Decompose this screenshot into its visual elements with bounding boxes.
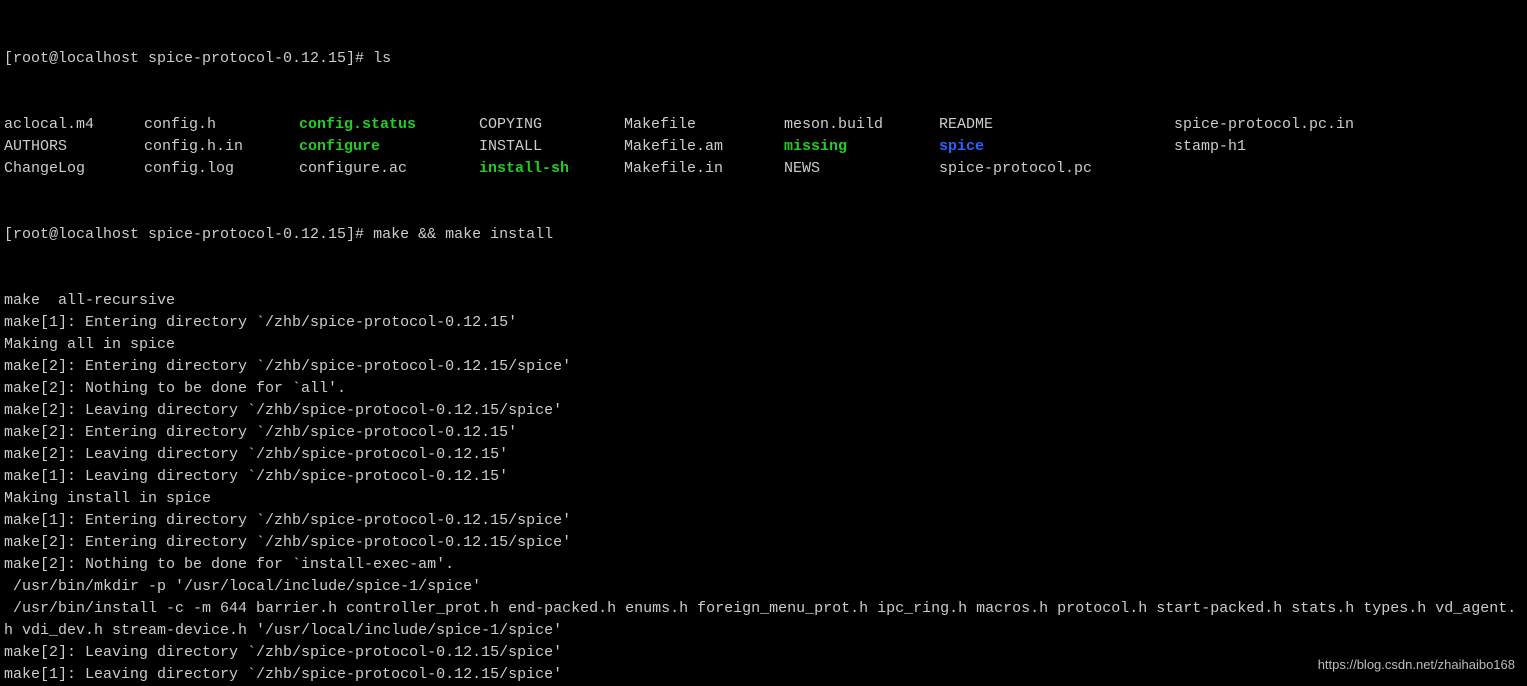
command: make && make install xyxy=(373,224,553,246)
ls-item: missing xyxy=(784,136,939,158)
ls-item: INSTALL xyxy=(479,136,624,158)
prompt-line-1: [root@localhost spice-protocol-0.12.15]#… xyxy=(4,48,1523,70)
output-line: make[1]: Entering directory `/zhb/spice-… xyxy=(4,510,1523,532)
output-line: make[2]: Leaving directory `/zhb/spice-p… xyxy=(4,444,1523,466)
output-line: make[1]: Leaving directory `/zhb/spice-p… xyxy=(4,664,1523,686)
ls-item: configure.ac xyxy=(299,158,479,180)
ls-item: spice xyxy=(939,136,1174,158)
ls-output: aclocal.m4config.hconfig.statusCOPYINGMa… xyxy=(4,114,1523,180)
ls-item: config.status xyxy=(299,114,479,136)
output-line: make[2]: Entering directory `/zhb/spice-… xyxy=(4,356,1523,378)
output-line: make[2]: Entering directory `/zhb/spice-… xyxy=(4,422,1523,444)
ls-item: Makefile.am xyxy=(624,136,784,158)
ls-item: configure xyxy=(299,136,479,158)
prompt-line-2: [root@localhost spice-protocol-0.12.15]#… xyxy=(4,224,1523,246)
ls-item: spice-protocol.pc xyxy=(939,158,1174,180)
output-line: make[2]: Leaving directory `/zhb/spice-p… xyxy=(4,400,1523,422)
ls-item: stamp-h1 xyxy=(1174,136,1434,158)
ls-item: config.h xyxy=(144,114,299,136)
ls-item: Makefile.in xyxy=(624,158,784,180)
prompt: [root@localhost spice-protocol-0.12.15]# xyxy=(4,48,373,70)
ls-item: AUTHORS xyxy=(4,136,144,158)
output-line: make[2]: Nothing to be done for `install… xyxy=(4,554,1523,576)
ls-item: meson.build xyxy=(784,114,939,136)
ls-item: NEWS xyxy=(784,158,939,180)
output-line: /usr/bin/install -c -m 644 barrier.h con… xyxy=(4,598,1523,642)
terminal[interactable]: [root@localhost spice-protocol-0.12.15]#… xyxy=(0,0,1527,686)
command: ls xyxy=(373,48,391,70)
output-line: make[1]: Entering directory `/zhb/spice-… xyxy=(4,312,1523,334)
ls-item: COPYING xyxy=(479,114,624,136)
ls-item: README xyxy=(939,114,1174,136)
ls-item: Makefile xyxy=(624,114,784,136)
ls-item: aclocal.m4 xyxy=(4,114,144,136)
output-line: Making all in spice xyxy=(4,334,1523,356)
output-line: make[1]: Leaving directory `/zhb/spice-p… xyxy=(4,466,1523,488)
ls-row: ChangeLogconfig.logconfigure.acinstall-s… xyxy=(4,158,1523,180)
watermark: https://blog.csdn.net/zhaihaibo168 xyxy=(1318,654,1515,676)
prompt: [root@localhost spice-protocol-0.12.15]# xyxy=(4,224,373,246)
ls-item: install-sh xyxy=(479,158,624,180)
ls-row: AUTHORSconfig.h.inconfigureINSTALLMakefi… xyxy=(4,136,1523,158)
output-line: make[2]: Entering directory `/zhb/spice-… xyxy=(4,532,1523,554)
ls-item: spice-protocol.pc.in xyxy=(1174,114,1434,136)
ls-row: aclocal.m4config.hconfig.statusCOPYINGMa… xyxy=(4,114,1523,136)
output-line: make[2]: Leaving directory `/zhb/spice-p… xyxy=(4,642,1523,664)
ls-item: config.h.in xyxy=(144,136,299,158)
output-line: make[2]: Nothing to be done for `all'. xyxy=(4,378,1523,400)
output-line: Making install in spice xyxy=(4,488,1523,510)
ls-item: ChangeLog xyxy=(4,158,144,180)
output-line: make all-recursive xyxy=(4,290,1523,312)
output-line: /usr/bin/mkdir -p '/usr/local/include/sp… xyxy=(4,576,1523,598)
make-output: make all-recursivemake[1]: Entering dire… xyxy=(4,290,1523,686)
ls-item: config.log xyxy=(144,158,299,180)
